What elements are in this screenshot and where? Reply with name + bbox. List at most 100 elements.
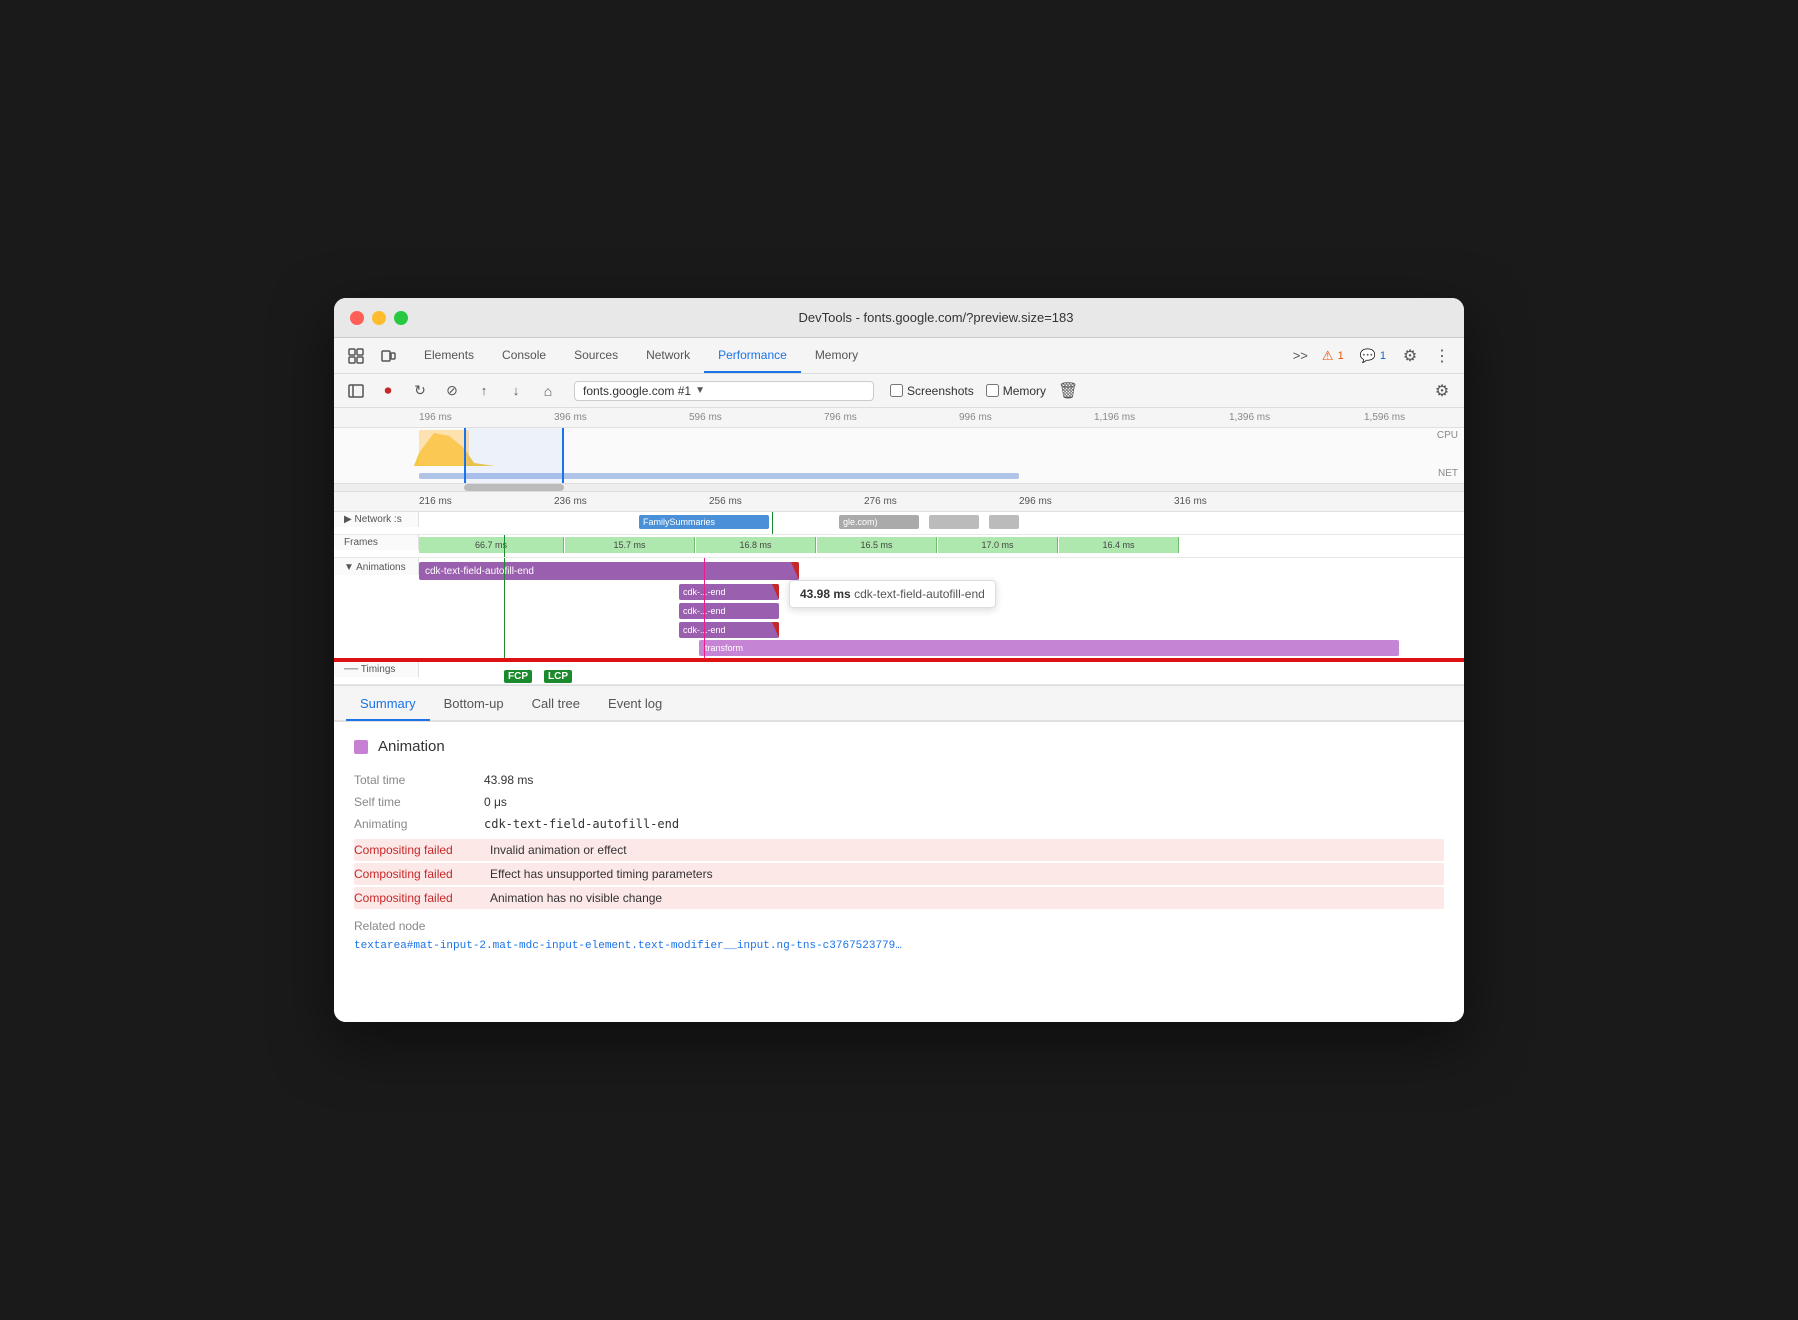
frame-block-4[interactable]: 17.0 ms xyxy=(938,537,1058,553)
error-value-1: Effect has unsupported timing parameters xyxy=(484,865,719,883)
error-label-2: Compositing failed xyxy=(354,889,484,907)
error-row-2-inner: Compositing failed Animation has no visi… xyxy=(354,889,1444,907)
flame-mark-5: 316 ms xyxy=(1174,496,1207,507)
close-button[interactable] xyxy=(350,311,364,325)
checkbox-group: Screenshots Memory 🗑 xyxy=(890,381,1078,401)
garbage-collect-icon[interactable]: 🗑 xyxy=(1058,381,1078,401)
anim-block-main-label: cdk-text-field-autofill-end xyxy=(425,566,534,577)
fcp-label: FCP xyxy=(504,670,532,683)
url-text: fonts.google.com #1 xyxy=(583,384,691,398)
tab-event-log[interactable]: Event log xyxy=(594,687,676,721)
animation-color-indicator xyxy=(354,740,368,754)
device-toolbar-icon[interactable] xyxy=(374,342,402,370)
error-row-1-inner: Compositing failed Effect has unsupporte… xyxy=(354,865,1444,883)
record-button[interactable]: ⏺ xyxy=(374,377,402,405)
ruler-mark-1: 396 ms xyxy=(554,412,587,423)
error-row-0-inner: Compositing failed Invalid animation or … xyxy=(354,841,1444,859)
tab-performance[interactable]: Performance xyxy=(704,338,801,373)
network-bar-extra[interactable] xyxy=(929,515,979,529)
screenshots-checkbox-label[interactable]: Screenshots xyxy=(890,384,974,398)
ruler-mark-7: 1,596 ms xyxy=(1364,412,1405,423)
more-options-icon[interactable]: ⋮ xyxy=(1428,342,1456,370)
frame-green-line xyxy=(504,535,505,557)
error-row-0: Compositing failed Invalid animation or … xyxy=(354,839,1444,861)
bottom-tab-bar: Summary Bottom-up Call tree Event log xyxy=(334,686,1464,722)
error-value-0: Invalid animation or effect xyxy=(484,841,633,859)
tab-summary[interactable]: Summary xyxy=(346,687,430,721)
network-track-label: ▶ Network :s xyxy=(334,512,419,527)
timings-track-content: FCP LCP xyxy=(419,662,1464,684)
timeline-selection[interactable] xyxy=(464,428,564,483)
minimize-button[interactable] xyxy=(372,311,386,325)
animations-track-content[interactable]: cdk-text-field-autofill-end cdk-...-end … xyxy=(419,558,1464,658)
flame-mark-0: 216 ms xyxy=(419,496,452,507)
timings-track-row: ── Timings FCP LCP xyxy=(334,660,1464,685)
memory-checkbox[interactable] xyxy=(986,384,999,397)
home-button[interactable]: ⌂ xyxy=(534,377,562,405)
cpu-label: CPU xyxy=(1437,430,1458,441)
main-tab-list: Elements Console Sources Network Perform… xyxy=(410,338,1285,373)
maximize-button[interactable] xyxy=(394,311,408,325)
tab-elements[interactable]: Elements xyxy=(410,338,488,373)
flame-mark-1: 236 ms xyxy=(554,496,587,507)
tab-console[interactable]: Console xyxy=(488,338,560,373)
screenshots-checkbox[interactable] xyxy=(890,384,903,397)
scrollbar-thumb[interactable] xyxy=(464,484,564,491)
error-value-2: Animation has no visible change xyxy=(484,889,668,907)
network-bar-google[interactable]: gle.com) xyxy=(839,515,919,529)
message-count: 1 xyxy=(1380,350,1386,362)
message-badge: 💬 1 xyxy=(1354,346,1392,366)
network-bar-extra2[interactable] xyxy=(989,515,1019,529)
frame-block-3[interactable]: 16.5 ms xyxy=(817,537,937,553)
flame-chart-area: 216 ms 236 ms 256 ms 276 ms 296 ms 316 m… xyxy=(334,492,1464,686)
tab-call-tree[interactable]: Call tree xyxy=(518,687,594,721)
ruler-mark-5: 1,196 ms xyxy=(1094,412,1135,423)
tab-overflow-button[interactable]: >> xyxy=(1285,338,1316,373)
error-row-1: Compositing failed Effect has unsupporte… xyxy=(354,863,1444,885)
sidebar-toggle-icon[interactable] xyxy=(342,377,370,405)
anim-block-main[interactable]: cdk-text-field-autofill-end xyxy=(419,562,799,580)
anim-block-transform[interactable]: transform xyxy=(699,640,1399,656)
frame-time-0: 66.7 ms xyxy=(475,540,507,550)
settings-icon[interactable]: ⚙ xyxy=(1396,342,1424,370)
network-track-content[interactable]: FamilySummaries gle.com) xyxy=(419,512,1464,534)
total-time-value: 43.98 ms xyxy=(484,769,1444,791)
anim-block-2[interactable]: cdk-...-end xyxy=(679,603,779,619)
alert-badge: ⚠ 1 xyxy=(1316,346,1350,366)
perf-settings-icon[interactable]: ⚙ xyxy=(1428,377,1456,405)
frames-track-content[interactable]: 66.7 ms 15.7 ms 16.8 ms 16.5 ms 17.0 ms … xyxy=(419,535,1464,557)
tab-sources[interactable]: Sources xyxy=(560,338,632,373)
frame-time-4: 17.0 ms xyxy=(981,540,1013,550)
frame-block-2[interactable]: 16.8 ms xyxy=(696,537,816,553)
animating-value: cdk-text-field-autofill-end xyxy=(484,813,1444,835)
related-node-link[interactable]: textarea#mat-input-2.mat-mdc-input-eleme… xyxy=(354,940,902,952)
animations-track-row: ▼ Animations cdk-text-field-autofill-end… xyxy=(334,558,1464,660)
clear-button[interactable]: ⊘ xyxy=(438,377,466,405)
frame-block-0[interactable]: 66.7 ms xyxy=(419,537,564,553)
tab-right-icons: ⚠ 1 💬 1 ⚙ ⋮ xyxy=(1316,342,1456,370)
network-bar-family-label: FamilySummaries xyxy=(643,517,715,527)
animating-label: Animating xyxy=(354,813,484,835)
memory-checkbox-label[interactable]: Memory xyxy=(986,384,1046,398)
ruler-mark-0: 196 ms xyxy=(419,412,452,423)
timeline-scrollbar[interactable] xyxy=(334,483,1464,491)
anim-block-1[interactable]: cdk-...-end xyxy=(679,584,779,600)
upload-button[interactable]: ↑ xyxy=(470,377,498,405)
frame-time-3: 16.5 ms xyxy=(860,540,892,550)
frame-block-1[interactable]: 15.7 ms xyxy=(565,537,695,553)
frame-block-5[interactable]: 16.4 ms xyxy=(1059,537,1179,553)
download-button[interactable]: ↓ xyxy=(502,377,530,405)
summary-title-row: Animation xyxy=(354,738,1444,755)
flame-mark-3: 276 ms xyxy=(864,496,897,507)
self-time-value: 0 μs xyxy=(484,791,1444,813)
tab-bottom-up[interactable]: Bottom-up xyxy=(430,687,518,721)
anim-block-3[interactable]: cdk-...-end xyxy=(679,622,779,638)
url-bar: fonts.google.com #1 ▼ xyxy=(574,381,874,401)
tab-network[interactable]: Network xyxy=(632,338,704,373)
tab-memory[interactable]: Memory xyxy=(801,338,872,373)
network-bar-family[interactable]: FamilySummaries xyxy=(639,515,769,529)
inspect-icon[interactable] xyxy=(342,342,370,370)
window-controls xyxy=(350,311,408,325)
url-dropdown-icon[interactable]: ▼ xyxy=(695,385,705,396)
reload-record-button[interactable]: ↻ xyxy=(406,377,434,405)
